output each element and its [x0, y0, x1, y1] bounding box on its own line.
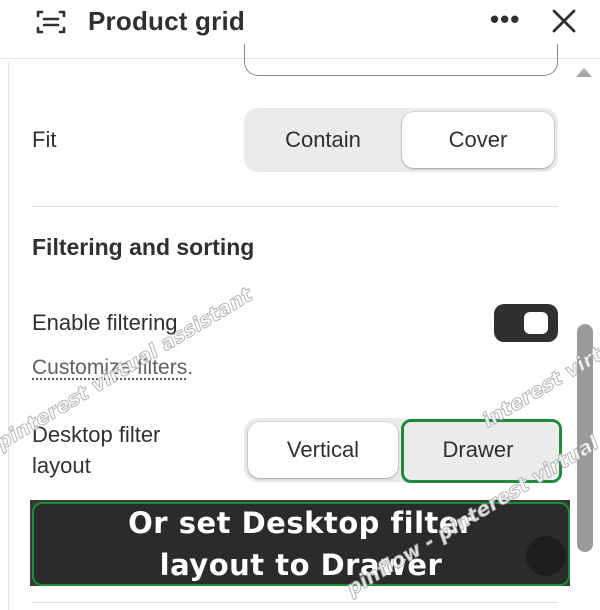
panel-title: Product grid	[88, 6, 245, 37]
previous-field-input[interactable]	[244, 44, 558, 76]
panel-left-border	[8, 62, 9, 610]
fit-option-cover[interactable]: Cover	[402, 112, 554, 168]
section-divider	[32, 206, 558, 207]
filter-layout-option-vertical[interactable]: Vertical	[248, 422, 398, 478]
obscured-toggle-shape	[526, 536, 566, 576]
panel-header: Product grid •••	[0, 0, 600, 44]
fit-label: Fit	[32, 124, 56, 156]
fit-option-contain[interactable]: Contain	[248, 112, 398, 168]
close-icon[interactable]	[548, 4, 580, 38]
more-horizontal-icon[interactable]: •••	[490, 6, 526, 36]
customize-filters-period: .	[187, 356, 193, 380]
scroll-up-arrow-icon[interactable]	[576, 68, 592, 77]
bottom-divider	[32, 602, 558, 603]
desktop-filter-layout-label: Desktop filter layout	[32, 419, 160, 481]
toggle-knob	[524, 312, 548, 334]
grid-icon	[36, 9, 66, 35]
fit-segmented-control: Contain Cover	[244, 108, 558, 172]
enable-filtering-toggle[interactable]	[494, 304, 558, 342]
filtering-section-title: Filtering and sorting	[32, 234, 254, 261]
